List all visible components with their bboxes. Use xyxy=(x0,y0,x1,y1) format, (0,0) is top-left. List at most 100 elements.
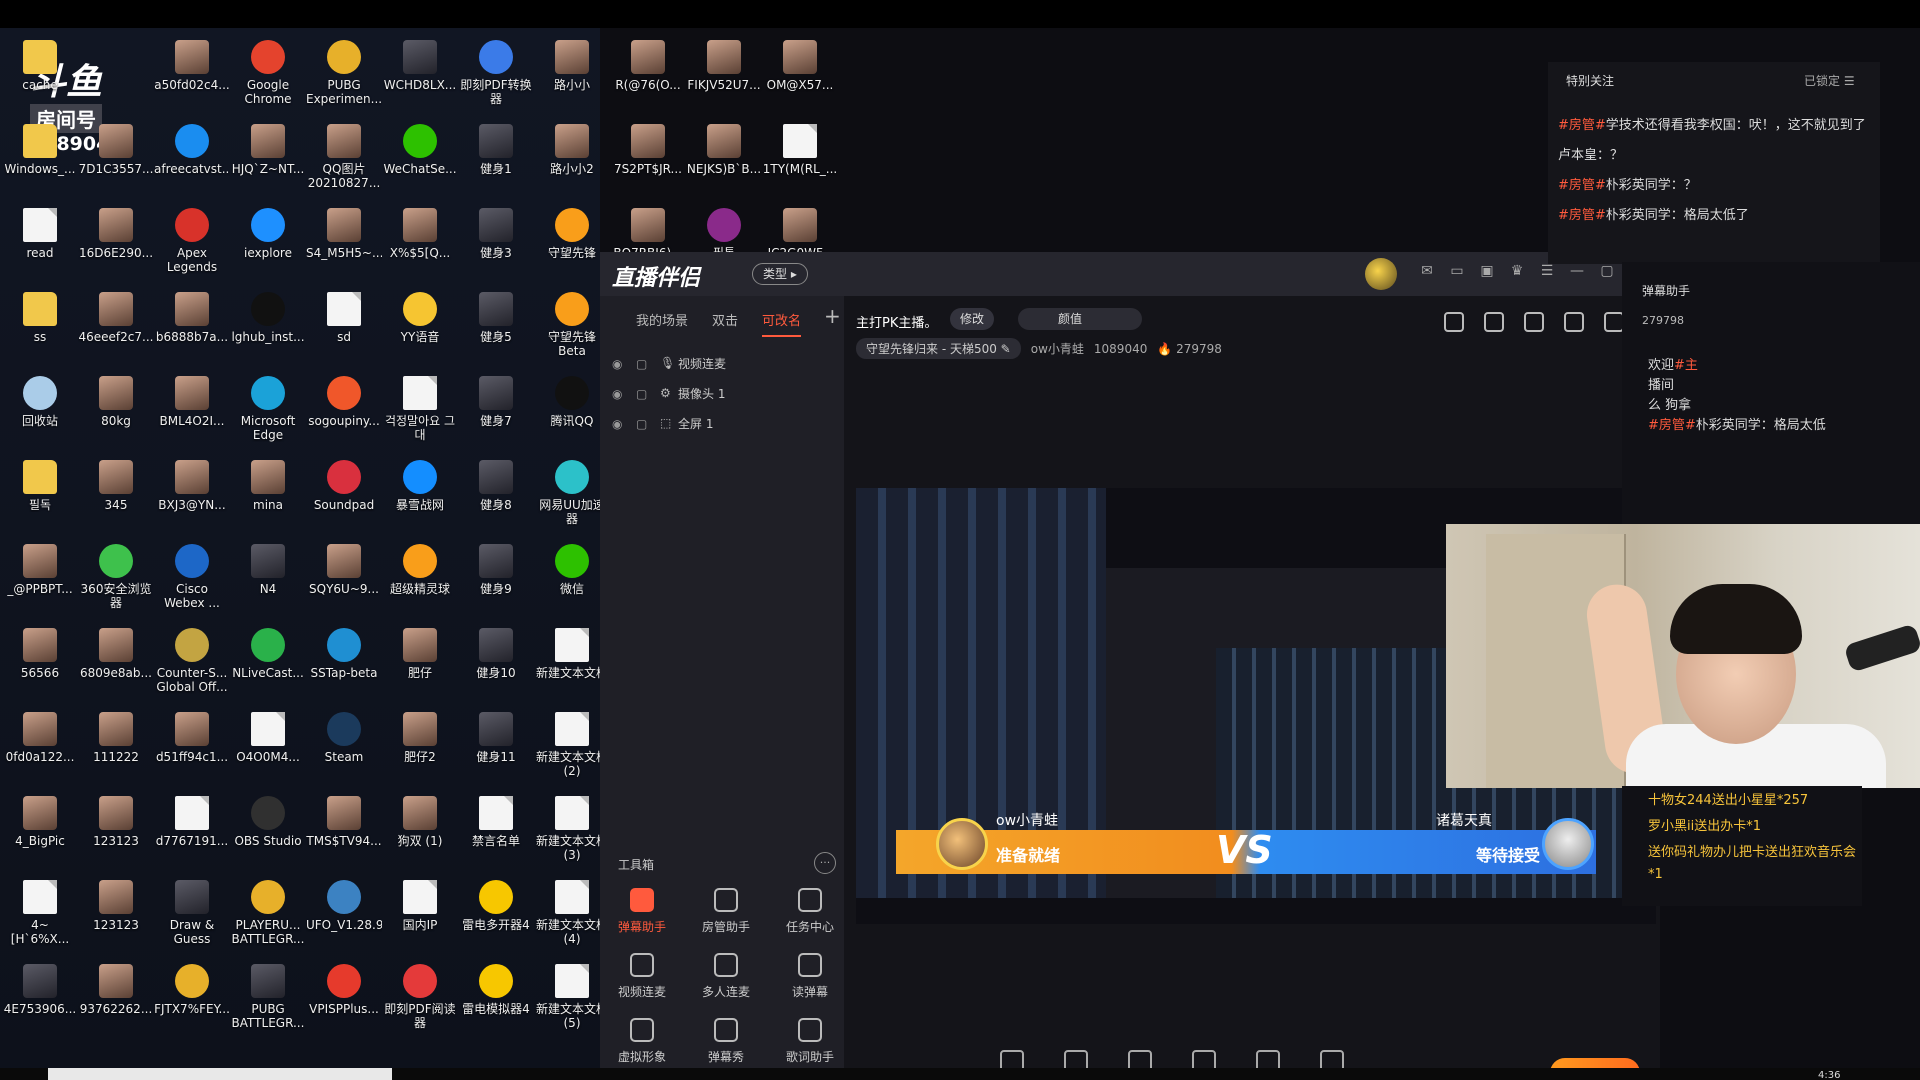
desktop-icon[interactable]: 狗双 (1) xyxy=(382,790,458,848)
desktop-icon[interactable]: OM@X57... xyxy=(762,34,838,92)
desktop-icon[interactable]: 肥仔2 xyxy=(382,706,458,764)
desktop-icon[interactable]: 肥仔 xyxy=(382,622,458,680)
add-scene-tab-button[interactable]: + xyxy=(824,304,841,328)
desktop-icon[interactable]: 禁言名单 xyxy=(458,790,534,848)
desktop-icon[interactable]: WCHD8LX... xyxy=(382,34,458,92)
gift-icon[interactable] xyxy=(1444,312,1464,332)
desktop-icon[interactable]: 4_BigPic xyxy=(2,790,78,848)
desktop-icon[interactable]: sd xyxy=(306,286,382,344)
desktop-icon[interactable]: 路小小 xyxy=(534,34,610,92)
desktop-icon[interactable]: 1TY(M(RL_... xyxy=(762,118,838,176)
desktop-icon[interactable]: 新建文本文档 (5) xyxy=(534,958,610,1030)
desktop-icon[interactable]: TMS$TV94... xyxy=(306,790,382,848)
desktop-icon[interactable]: N4 xyxy=(230,538,306,596)
desktop-icon[interactable]: 新建文本文档 (4) xyxy=(534,874,610,946)
desktop-icon[interactable]: VPISPPlus... xyxy=(306,958,382,1016)
desktop-icon[interactable]: Soundpad xyxy=(306,454,382,512)
toolbox-item[interactable]: 读弹幕 xyxy=(768,953,852,1000)
scene-tab[interactable]: 可改名 xyxy=(762,310,802,337)
desktop-icon[interactable]: 健身10 xyxy=(458,622,534,680)
desktop-icon[interactable]: Steam xyxy=(306,706,382,764)
toolbox-item[interactable]: 房管助手 xyxy=(684,888,768,935)
desktop-icon[interactable]: sogoupiny... xyxy=(306,370,382,428)
desktop-icon[interactable]: PUBG BATTLEGR... xyxy=(230,958,306,1030)
desktop-icon[interactable]: Microsoft Edge xyxy=(230,370,306,442)
desktop-icon[interactable]: 123123 xyxy=(78,874,154,932)
desktop-icon[interactable]: 新建文本文档 (3) xyxy=(534,790,610,862)
desktop-icon[interactable]: 健身9 xyxy=(458,538,534,596)
desktop-icon[interactable]: 超级精灵球 xyxy=(382,538,458,596)
share-icon[interactable] xyxy=(1604,312,1624,332)
desktop-icon[interactable]: b6888b7a... xyxy=(154,286,230,344)
toolbox-item[interactable]: 歌词助手 xyxy=(768,1018,852,1065)
desktop-icon[interactable]: X%$5[Q... xyxy=(382,202,458,260)
edit-title-button[interactable]: 修改 xyxy=(950,308,995,330)
scene-tab[interactable]: 我的场景 xyxy=(636,310,688,337)
desktop-icon[interactable]: 360安全浏览器 xyxy=(78,538,154,610)
window-control-icon[interactable]: ▣ xyxy=(1480,264,1494,278)
desktop-icon[interactable]: Cisco Webex ... xyxy=(154,538,230,610)
desktop-icon[interactable]: 雷电模拟器4 xyxy=(458,958,534,1016)
beauty-button[interactable]: 颜值 xyxy=(1018,308,1142,330)
scene-tab[interactable]: 双击 xyxy=(712,310,738,337)
desktop-icon[interactable]: 健身7 xyxy=(458,370,534,428)
lock-icon[interactable] xyxy=(1484,312,1504,332)
desktop-icon[interactable]: S4_M5H5~... xyxy=(306,202,382,260)
desktop-icon[interactable]: 新建文本文档 (2) xyxy=(534,706,610,778)
toolbox-item[interactable]: 任务中心 xyxy=(768,888,852,935)
desktop-icon[interactable]: 新建文本文档 xyxy=(534,622,610,680)
desktop-icon[interactable]: _@PPBPT... xyxy=(2,538,78,596)
desktop-icon[interactable]: 雷电多开器4 xyxy=(458,874,534,932)
desktop-icon[interactable]: 回收站 xyxy=(2,370,78,428)
window-control-icon[interactable]: ☰ xyxy=(1540,264,1554,278)
desktop-icon[interactable]: 网易UU加速器 xyxy=(534,454,610,526)
window-control-icon[interactable]: ▢ xyxy=(1600,264,1614,278)
toolbox-item[interactable]: 弹幕助手 xyxy=(600,888,684,935)
type-button[interactable]: 类型 ▸ xyxy=(752,263,808,285)
desktop-icon[interactable]: 46eeef2c7... xyxy=(78,286,154,344)
desktop-icon[interactable]: WeChatSe... xyxy=(382,118,458,176)
desktop-icon[interactable]: 16D6E290... xyxy=(78,202,154,260)
desktop-icon[interactable]: 即刻PDF转换器 xyxy=(458,34,534,106)
desktop-icon[interactable]: 6809e8ab... xyxy=(78,622,154,680)
desktop-icon[interactable]: YY语音 xyxy=(382,286,458,344)
scene-source-item[interactable]: ◉ ▢ ⚙ 摄像头 1 xyxy=(612,378,726,408)
desktop-icon[interactable]: 345 xyxy=(78,454,154,512)
desktop-icon[interactable]: 4E753906... xyxy=(2,958,78,1016)
desktop-icon[interactable]: Draw & Guess xyxy=(154,874,230,946)
lock-toggle[interactable]: 已锁定 ☰ xyxy=(1804,72,1855,89)
lock-icon[interactable]: ▢ xyxy=(636,387,650,401)
desktop-icon[interactable]: BXJ3@YN... xyxy=(154,454,230,512)
desktop-icon[interactable]: HJQ`Z~NT... xyxy=(230,118,306,176)
desktop-icon[interactable]: 80kg xyxy=(78,370,154,428)
scene-source-item[interactable]: ◉ ▢ ⬚ 全屏 1 xyxy=(612,408,726,438)
desktop-icon[interactable]: SSTap-beta xyxy=(306,622,382,680)
desktop-icon[interactable]: 健身5 xyxy=(458,286,534,344)
desktop-icon[interactable]: mina xyxy=(230,454,306,512)
desktop-icon[interactable]: read xyxy=(2,202,78,260)
desktop-icon[interactable]: a50fd02c4... xyxy=(154,34,230,92)
desktop-icon[interactable]: PUBG Experimen... xyxy=(306,34,382,106)
user-avatar[interactable] xyxy=(1365,258,1397,290)
desktop-icon[interactable]: lghub_inst... xyxy=(230,286,306,344)
desktop-icon[interactable]: Windows_... xyxy=(2,118,78,176)
desktop-icon[interactable]: 0fd0a122... xyxy=(2,706,78,764)
toolbox-item[interactable]: 多人连麦 xyxy=(684,953,768,1000)
toolbox-item[interactable]: 弹幕秀 xyxy=(684,1018,768,1065)
desktop-icon[interactable]: 7D1C3557... xyxy=(78,118,154,176)
toolbox-item[interactable]: 虚拟形象 xyxy=(600,1018,684,1065)
desktop-icon[interactable]: 필독 xyxy=(2,454,78,512)
desktop-icon[interactable]: 国内IP xyxy=(382,874,458,932)
desktop-icon[interactable]: d7767191... xyxy=(154,790,230,848)
desktop-icon[interactable]: d51ff94c1... xyxy=(154,706,230,764)
desktop-icon[interactable]: 健身11 xyxy=(458,706,534,764)
desktop-icon[interactable]: Apex Legends xyxy=(154,202,230,274)
desktop-icon[interactable]: 守望先锋 Beta xyxy=(534,286,610,358)
desktop-icon[interactable]: UFO_V1.28.9 xyxy=(306,874,382,932)
desktop-icon[interactable]: SQY6U~9... xyxy=(306,538,382,596)
desktop-icon[interactable]: Google Chrome xyxy=(230,34,306,106)
desktop-icon[interactable]: 腾讯QQ xyxy=(534,370,610,428)
desktop-icon[interactable]: R(@76(O... xyxy=(610,34,686,92)
window-control-icon[interactable]: ♛ xyxy=(1510,264,1524,278)
desktop-icon[interactable]: 걱정말아요 그대 xyxy=(382,370,458,442)
